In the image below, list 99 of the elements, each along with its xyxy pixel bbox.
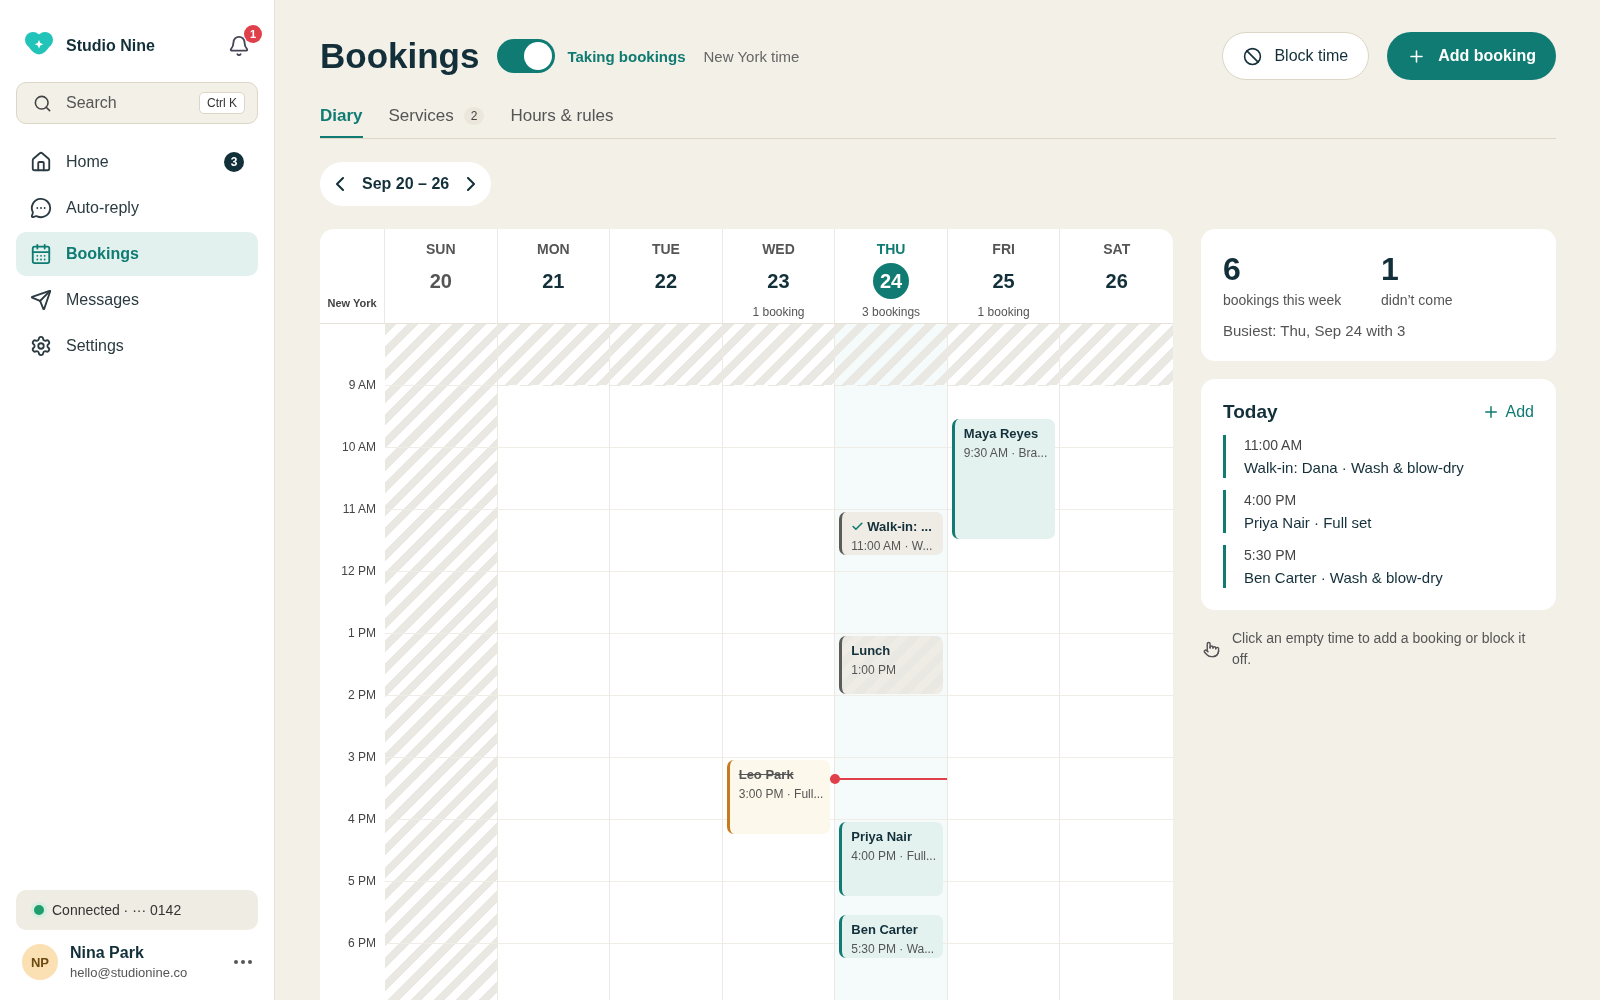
booking-time: 1:00 PM [851,663,897,677]
day-name: THU [876,241,906,257]
toggle-label: Taking bookings [567,47,686,65]
booking-time: 5:30 PM · Wa... [851,942,934,956]
count-badge: 3 [224,152,244,172]
block-time-button[interactable]: Block time [1222,32,1370,80]
day-date: 23 [766,268,791,294]
add-booking-button[interactable]: Add booking [1387,32,1556,80]
day-name: SAT [1103,241,1131,257]
time-label: 3 PM [348,750,376,764]
settings-icon [30,335,52,357]
today-item[interactable]: 11:00 AM Walk-in: Dana · Wash & blow-dry [1223,435,1534,478]
connection-label: Connected · ··· 0142 [52,902,182,918]
stat-value: 1 [1381,251,1400,288]
day-name: WED [762,241,795,257]
page-title: Bookings [320,36,480,76]
booking-card[interactable]: Leo Park 3:00 PM · Full... [726,760,831,834]
booking-card[interactable]: Maya Reyes 9:30 AM · Bra... [951,419,1056,539]
stat-value: 6 [1223,251,1242,288]
time-label: 5 PM [348,874,376,888]
booking-time: 4:00 PM · Full... [851,849,934,863]
stat-label: didn’t come [1381,292,1454,308]
time-label: 10 AM [341,440,376,454]
booking-title: Walk-in: ... [851,519,934,534]
paper-plane-icon [30,289,52,311]
day-date: 24 [873,263,910,299]
add-link[interactable]: Add [1481,403,1534,421]
day-name: SUN [426,241,456,257]
nav-item[interactable]: Bookings [16,232,258,276]
notification-badge: 1 [244,25,262,43]
day-date: 20 [428,268,453,294]
shortcut-hint: Ctrl K [199,92,245,114]
time-label: 4 PM [348,812,376,826]
booking-title: Leo Park [738,767,795,782]
today-item[interactable]: 4:00 PM Priya Nair · Full set [1223,490,1534,533]
timezone-label: New York [327,297,377,309]
booking-title: Priya Nair [851,829,913,844]
time-label: 6 PM [348,936,376,950]
search-field[interactable]: Search [64,93,187,113]
stat-label: bookings this week [1223,292,1343,308]
day-date: 25 [991,268,1016,294]
time-label: 11 AM [342,502,376,516]
check-icon [851,520,865,533]
tab-badge: 2 [463,107,485,125]
nav-item[interactable]: Settings [16,324,258,368]
pointer-icon [1203,640,1220,658]
user-email: hello@studionine.co [70,965,189,980]
tab[interactable]: Services 2 [388,98,485,138]
more-icon [234,960,252,964]
user-name: Nina Park [70,944,145,962]
time-label: 12 PM [341,564,376,578]
booking-title: Maya Reyes [963,426,1040,441]
booking-time: 11:00 AM · W... [851,539,934,553]
hint-text: Click an empty time to add a booking or block it off. [1232,629,1527,669]
card-title: Today [1223,401,1278,423]
booking-card[interactable]: Walk-in: ... 11:00 AM · W... [839,512,943,555]
chevron-left-icon [336,177,344,191]
nav-item[interactable]: Messages [16,278,258,322]
time-label: 2 PM [348,688,376,702]
booking-count: 1 booking [977,305,1030,319]
booking-count: 3 bookings [862,305,921,319]
day-name: TUE [651,241,680,257]
previous-button[interactable] [336,177,344,191]
booking-time: 3:00 PM · Full... [738,787,822,801]
bookings-toggle[interactable] [497,39,556,73]
nav-item[interactable]: Home 3 [16,140,258,184]
day-name: FRI [992,241,1015,257]
avatar: NP [22,944,58,980]
day-date: 21 [541,268,566,294]
booking-title: Lunch [851,643,892,658]
time-label: 9 AM [348,378,376,392]
today-item[interactable]: 5:30 PM Ben Carter · Wash & blow-dry [1223,545,1534,588]
date-range: Sep 20 – 26 [362,175,450,193]
booking-time: 9:30 AM · Bra... [963,446,1047,460]
tab[interactable]: Hours & rules [510,98,614,138]
ban-icon [1243,46,1263,66]
day-name: MON [537,241,570,257]
calendar-icon [30,243,52,265]
time-label: 1 PM [348,626,376,640]
notifications-button[interactable] [228,35,250,57]
stat-note: Busiest: Thu, Sep 24 with 3 [1223,322,1407,339]
home-icon [30,151,52,173]
chat-bubble-icon [30,197,52,219]
day-date: 26 [1104,268,1129,294]
next-button[interactable] [467,177,476,191]
search-icon [33,93,52,113]
more-button[interactable] [234,960,252,964]
blocked-time[interactable]: Lunch 1:00 PM [839,636,943,694]
tab[interactable]: Diary [320,98,363,138]
day-date: 22 [653,268,679,294]
nav-item[interactable]: Auto-reply [16,186,258,230]
booking-card[interactable]: Ben Carter 5:30 PM · Wa... [839,915,943,958]
chevron-right-icon [467,177,476,191]
booking-count: 1 booking [752,305,805,319]
booking-card[interactable]: Priya Nair 4:00 PM · Full... [839,822,943,896]
bell-icon [228,35,250,57]
timezone-label: New York time [703,47,801,65]
brand-name: Studio Nine [66,37,156,55]
booking-title: Ben Carter [851,922,919,937]
